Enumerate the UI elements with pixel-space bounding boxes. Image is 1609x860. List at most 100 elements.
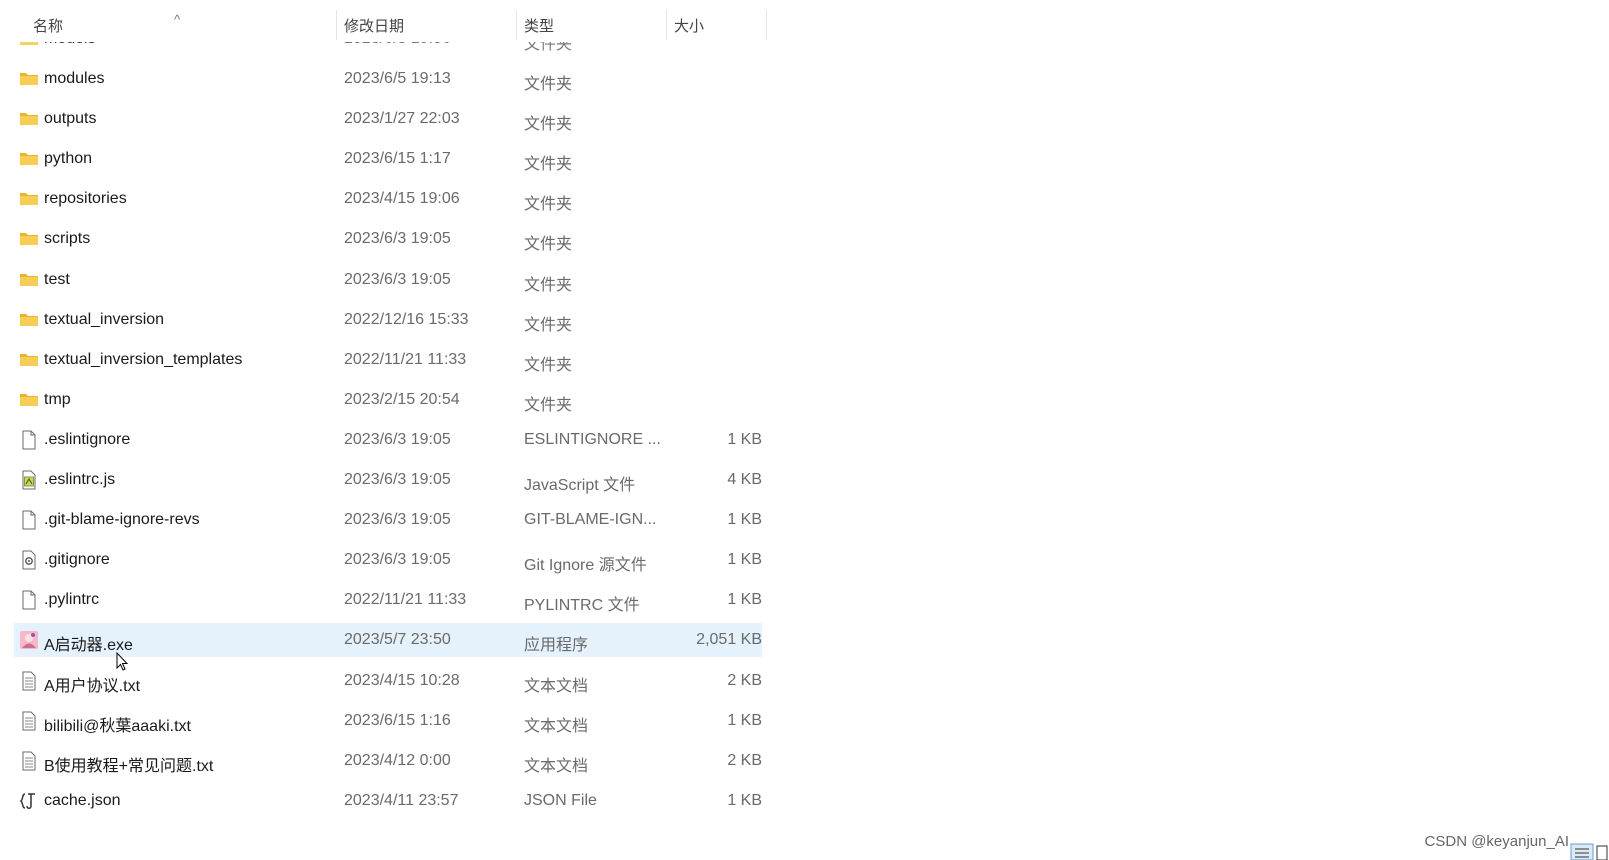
column-header-size[interactable]: 大小 — [667, 10, 767, 40]
item-type: 文件夹 — [524, 316, 573, 334]
item-size: 1 KB — [727, 430, 762, 448]
list-item[interactable]: test 2023/6/3 19:05 文件夹 — [14, 263, 762, 297]
item-name: .eslintrc.js — [44, 471, 116, 488]
item-date: 2023/2/15 20:54 — [344, 390, 460, 408]
item-name: bilibili@秋葉aaaki.txt — [44, 717, 191, 735]
item-type: GIT-BLAME-IGN... — [524, 511, 657, 529]
item-name: test — [44, 270, 70, 288]
item-date: 2023/6/15 1:16 — [344, 711, 451, 729]
list-item[interactable]: .pylintrc 2022/11/21 11:33 PYLINTRC 文件 1 KB — [14, 583, 762, 617]
column-header-size-label: 大小 — [674, 17, 705, 35]
item-type: 文件夹 — [524, 156, 573, 174]
item-name: textual_inversion_templates — [44, 350, 243, 368]
item-date: 2023/6/3 19:05 — [344, 551, 451, 569]
item-type: 文件夹 — [524, 76, 573, 93]
list-item[interactable]: B使用教程+常见问题.txt 2023/4/12 0:00 文本文档 2 KB — [14, 744, 762, 778]
folder-icon — [19, 109, 39, 129]
list-item[interactable]: bilibili@秋葉aaaki.txt 2023/6/15 1:16 文本文档 1 … — [14, 704, 762, 738]
item-name: modules — [44, 70, 105, 87]
list-item[interactable]: modules 2023/6/5 19:13 文件夹 — [14, 62, 762, 96]
folder-icon — [19, 310, 39, 330]
item-date: 2022/12/16 15:33 — [344, 310, 469, 328]
item-type: 文件夹 — [524, 356, 573, 374]
item-type: 文件夹 — [524, 276, 573, 294]
folder-icon — [19, 270, 39, 290]
list-item[interactable]: textual_inversion 2022/12/16 15:33 文件夹 — [14, 303, 762, 337]
folder-icon — [19, 189, 39, 209]
item-size: 1 KB — [727, 511, 762, 529]
list-item[interactable]: .gitignore 2023/6/3 19:05 Git Ignore 源文件 1 … — [14, 543, 762, 577]
item-size: 1 KB — [727, 711, 762, 729]
list-item[interactable]: python 2023/6/15 1:17 文件夹 — [14, 142, 762, 176]
app-icon — [19, 630, 39, 650]
column-header-date[interactable]: 修改日期 — [337, 10, 517, 40]
item-name: tmp — [44, 390, 71, 408]
item-date: 2023/6/3 19:05 — [344, 511, 451, 529]
list-item[interactable]: scripts 2023/6/3 19:05 文件夹 — [14, 222, 762, 256]
item-name: A用户协议.txt — [44, 677, 141, 695]
javascript-file-icon — [19, 470, 39, 490]
view-toggle-icons[interactable] — [1569, 838, 1609, 860]
item-type: Git Ignore 源文件 — [524, 557, 647, 575]
item-name: .eslintignore — [44, 430, 131, 448]
item-date: 2023/6/3 19:05 — [344, 430, 451, 448]
folder-icon — [19, 390, 39, 410]
column-header-type[interactable]: 类型 — [517, 10, 667, 40]
item-name: .gitignore — [44, 551, 110, 569]
list-item[interactable]: repositories 2023/4/15 19:06 文件夹 — [14, 182, 762, 216]
item-date: 2023/4/11 23:57 — [344, 791, 459, 809]
folder-icon — [19, 229, 39, 249]
item-date: 2022/11/21 11:33 — [344, 350, 467, 368]
item-type: JSON File — [524, 791, 597, 809]
list-item[interactable]: textual_inversion_templates 2022/11/21 11… — [14, 343, 762, 377]
item-type: 文件夹 — [524, 196, 573, 214]
watermark-text: CSDN @keyanjun_AI — [1424, 833, 1569, 850]
item-type: 文件夹 — [524, 236, 573, 254]
list-item[interactable]: .eslintrc.js 2023/6/3 19:05 JavaScript 文件 4… — [14, 463, 762, 497]
json-file-icon — [19, 791, 39, 811]
item-name: repositories — [44, 190, 127, 208]
column-header-type-label: 类型 — [524, 17, 555, 35]
text-file-icon — [19, 671, 39, 691]
text-file-icon — [19, 751, 39, 771]
item-size: 2,051 KB — [696, 631, 762, 649]
folder-icon — [19, 149, 39, 169]
item-date: 2023/4/15 19:06 — [344, 190, 460, 208]
item-date: 2023/5/7 23:50 — [344, 631, 451, 649]
sort-ascending-icon: ^ — [174, 12, 181, 27]
column-header-date-label: 修改日期 — [344, 17, 405, 35]
list-item[interactable]: outputs 2023/1/27 22:03 文件夹 — [14, 102, 762, 136]
item-type: 文本文档 — [524, 677, 589, 695]
column-divider[interactable] — [766, 10, 767, 40]
folder-icon — [19, 350, 39, 370]
list-item[interactable]: cache.json 2023/4/11 23:57 JSON File 1 KB — [14, 784, 762, 818]
list-item[interactable]: .eslintignore 2023/6/3 19:05 ESLINTIGNORE … — [14, 423, 762, 457]
item-name: cache.json — [44, 791, 121, 809]
list-item[interactable]: .git-blame-ignore-revs 2023/6/3 19:05 GIT-… — [14, 503, 762, 537]
item-size: 2 KB — [727, 751, 762, 769]
item-date: 2023/6/3 19:05 — [344, 230, 451, 248]
text-file-icon — [19, 711, 39, 731]
item-type: 文件夹 — [524, 396, 573, 414]
list-item[interactable]: tmp 2023/2/15 20:54 文件夹 — [14, 383, 762, 417]
item-name: B使用教程+常见问题.txt — [44, 757, 214, 775]
item-size: 1 KB — [727, 791, 762, 809]
column-header-name[interactable]: 名称 ^ — [0, 10, 337, 40]
item-size: 4 KB — [727, 471, 762, 488]
mouse-cursor-icon — [116, 652, 129, 671]
item-size: 1 KB — [727, 551, 762, 569]
item-size: 1 KB — [727, 591, 762, 609]
file-explorer: models2023/6/3 19:06文件夹modules2023/6/5 1… — [0, 0, 1609, 860]
item-date: 2023/1/27 22:03 — [344, 110, 460, 128]
item-date: 2022/11/21 11:33 — [344, 591, 467, 609]
item-date: 2023/4/15 10:28 — [344, 671, 460, 689]
item-type: 应用程序 — [524, 637, 589, 655]
item-name: textual_inversion — [44, 310, 165, 328]
column-header-name-label: 名称 — [33, 17, 64, 35]
item-name: .git-blame-ignore-revs — [44, 511, 200, 529]
item-name: .pylintrc — [44, 591, 100, 609]
item-type: PYLINTRC 文件 — [524, 597, 640, 615]
item-type: ESLINTIGNORE ... — [524, 430, 661, 448]
item-date: 2023/4/12 0:00 — [344, 751, 451, 769]
folder-icon — [19, 69, 39, 89]
